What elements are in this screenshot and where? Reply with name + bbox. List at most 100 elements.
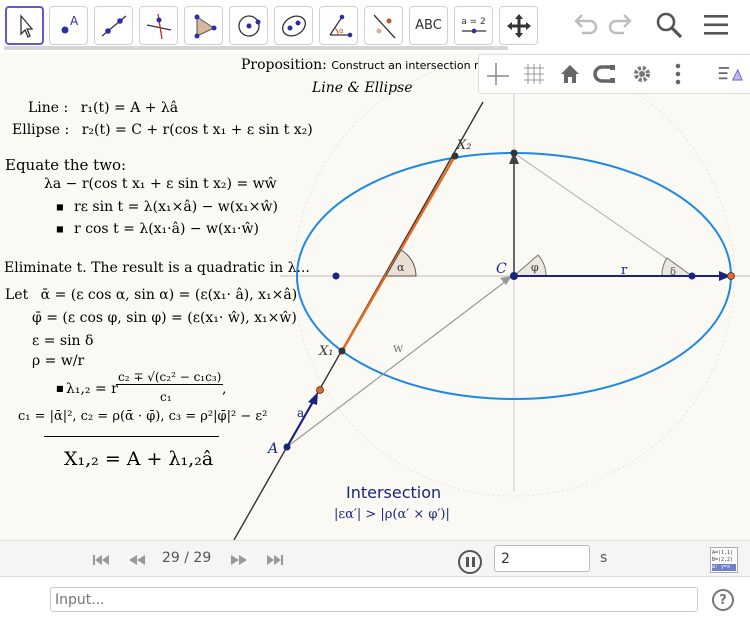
playback-speed-input[interactable] <box>494 545 590 572</box>
circle-tool[interactable] <box>229 6 268 45</box>
toggle-grid-button[interactable] <box>517 57 551 91</box>
more-options-button[interactable] <box>661 57 695 91</box>
toggle-axes-button[interactable] <box>481 57 515 91</box>
vector-a-head <box>308 392 318 405</box>
menu-icon <box>704 15 728 35</box>
redo-button[interactable] <box>604 8 638 42</box>
standard-view-button[interactable] <box>553 57 587 91</box>
input-field[interactable] <box>50 587 698 612</box>
undo-button[interactable] <box>568 8 602 42</box>
ellipse-tool[interactable] <box>274 6 313 45</box>
skip-to-start-icon <box>93 555 109 565</box>
last-step-button[interactable] <box>264 549 286 571</box>
more-icon <box>675 63 681 85</box>
algebra-toggle-line-2: B=(2,2) <box>712 557 734 563</box>
point-capturing-button[interactable] <box>589 57 623 91</box>
point-right-vertex[interactable] <box>727 272 735 280</box>
equate-bullet-2: ■ r cos t = λ(x₁·â) − w(x₁·ŵ) <box>56 221 259 237</box>
intersection-condition: |εα′| > |ρ(α′ × φ′)| <box>334 507 450 522</box>
perpendicular-line-tool[interactable] <box>139 6 178 45</box>
point-icon: A <box>61 14 79 33</box>
construction-playback-bar: 29 / 29 s A=(1,1) B=(2,2) a: y=x <box>0 540 750 576</box>
point-a-tip[interactable] <box>316 386 324 394</box>
label-r: r <box>621 263 628 278</box>
slider-icon: a = 2 <box>460 17 488 35</box>
line-tool[interactable] <box>94 6 133 45</box>
point-X1[interactable] <box>338 347 346 355</box>
first-step-button[interactable] <box>90 549 112 571</box>
geogebra-app: A α ABC a = 2 X₂ X₁ C A a w r α φ δ Prop… <box>0 0 750 620</box>
step-counter: 29 / 29 <box>162 550 212 566</box>
ellipse-equation-formula: r₂(t) = C + r(cos t x₁ + ε sin t x₂) <box>81 122 313 138</box>
line-equation-label: Line : <box>28 100 69 116</box>
move-graphics-view-tool[interactable] <box>499 6 538 45</box>
angle-icon: α <box>328 14 352 37</box>
subtitle: Line & Ellipse <box>312 80 413 96</box>
point-C[interactable] <box>510 272 518 280</box>
let-def-1: Let ᾱ = (ε cos α, sin α) = (ε(x₁· â), x₁… <box>5 287 297 303</box>
let-lead: Let <box>5 287 29 303</box>
input-bar: ? <box>0 576 750 620</box>
ellipse-equation-label: Ellipse : <box>12 122 70 138</box>
algebra-input-toggle-button[interactable]: A=(1,1) B=(2,2) a: y=x <box>710 547 738 573</box>
angle-tool[interactable]: α <box>319 6 358 45</box>
search-icon <box>656 12 683 39</box>
polygon-icon <box>194 14 216 38</box>
pause-button[interactable] <box>458 550 482 574</box>
settings-icon <box>634 66 650 82</box>
label-alpha: α <box>397 261 405 274</box>
label-C: C <box>496 261 507 277</box>
pause-icon-bar <box>471 557 475 567</box>
move-tool[interactable] <box>5 6 44 45</box>
coefficients: c₁ = |ᾱ|², c₂ = ρ(ᾱ · φ̄), c₃ = ρ²|φ̄|² … <box>18 409 268 424</box>
proposition-label: Proposition: <box>241 57 327 73</box>
line-equation-formula: r₁(t) = A + λâ <box>80 100 179 116</box>
perpendicular-line-icon <box>146 13 171 39</box>
point-focus-left[interactable] <box>332 272 340 280</box>
reflect-tool[interactable] <box>364 6 403 45</box>
main-menu-button[interactable] <box>699 8 733 42</box>
ellipse-equation: Ellipse : r₂(t) = C + r(cos t x₁ + ε sin… <box>12 122 313 138</box>
proposition-title: Proposition: Construct an intersection m… <box>241 57 492 73</box>
grid-icon <box>524 64 544 84</box>
let-def-2: φ̄ = (ε cos φ, sin φ) = (ε(x₁· ŵ), x₁×ŵ) <box>32 310 297 326</box>
help-icon: ? <box>719 592 727 608</box>
reflect-about-line-icon <box>373 14 395 38</box>
result-formula: X₁,₂ = A + λ₁,₂â <box>64 448 214 470</box>
help-button[interactable]: ? <box>712 589 734 611</box>
point-top-vertex[interactable] <box>510 149 518 157</box>
slider-tool[interactable]: a = 2 <box>454 6 493 45</box>
equate-bullet-2-text: r cos t = λ(x₁·â) − w(x₁·ŵ) <box>74 221 259 237</box>
pause-icon <box>465 557 469 567</box>
point-X2[interactable] <box>451 152 459 160</box>
label-phi: φ <box>531 261 539 274</box>
next-step-button[interactable] <box>228 549 250 571</box>
style-bar-toggle-button[interactable] <box>713 57 747 91</box>
label-X1: X₁ <box>318 344 333 359</box>
graphics-view[interactable]: X₂ X₁ C A a w r α φ δ Proposition: Const… <box>0 52 750 540</box>
graphics-settings-button[interactable] <box>625 57 659 91</box>
previous-step-button[interactable] <box>126 549 148 571</box>
style-bar-toggle-icon <box>718 67 743 81</box>
point-A[interactable] <box>283 443 291 451</box>
let-def-3: ε = sin δ <box>32 333 94 349</box>
svg-text:α: α <box>339 27 344 35</box>
ellipse-icon <box>281 15 306 36</box>
line-through-two-points-icon <box>101 15 126 36</box>
cursor-arrow-icon <box>19 13 33 38</box>
toolbar-scroll-track[interactable] <box>4 46 508 50</box>
label-X2: X₂ <box>456 138 471 153</box>
svg-text:A: A <box>70 14 79 28</box>
let-def-1-formula: ᾱ = (ε cos α, sin α) = (ε(x₁· â), x₁×â) <box>40 287 298 303</box>
equate-main-formula: λa − r(cos t x₁ + ε sin t x₂) = wŵ <box>44 176 277 192</box>
label-A: A <box>266 441 278 457</box>
search-button[interactable] <box>652 8 686 42</box>
lambda-lhs: λ₁,₂ = r <box>66 381 118 397</box>
polygon-tool[interactable] <box>184 6 223 45</box>
eliminate-text: Eliminate t. The result is a quadratic i… <box>4 260 310 276</box>
point-tool[interactable]: A <box>49 6 88 45</box>
lambda-trail: , <box>222 381 227 397</box>
text-tool[interactable]: ABC <box>409 6 448 45</box>
vector-w <box>286 280 507 448</box>
point-focus-right[interactable] <box>688 272 696 280</box>
